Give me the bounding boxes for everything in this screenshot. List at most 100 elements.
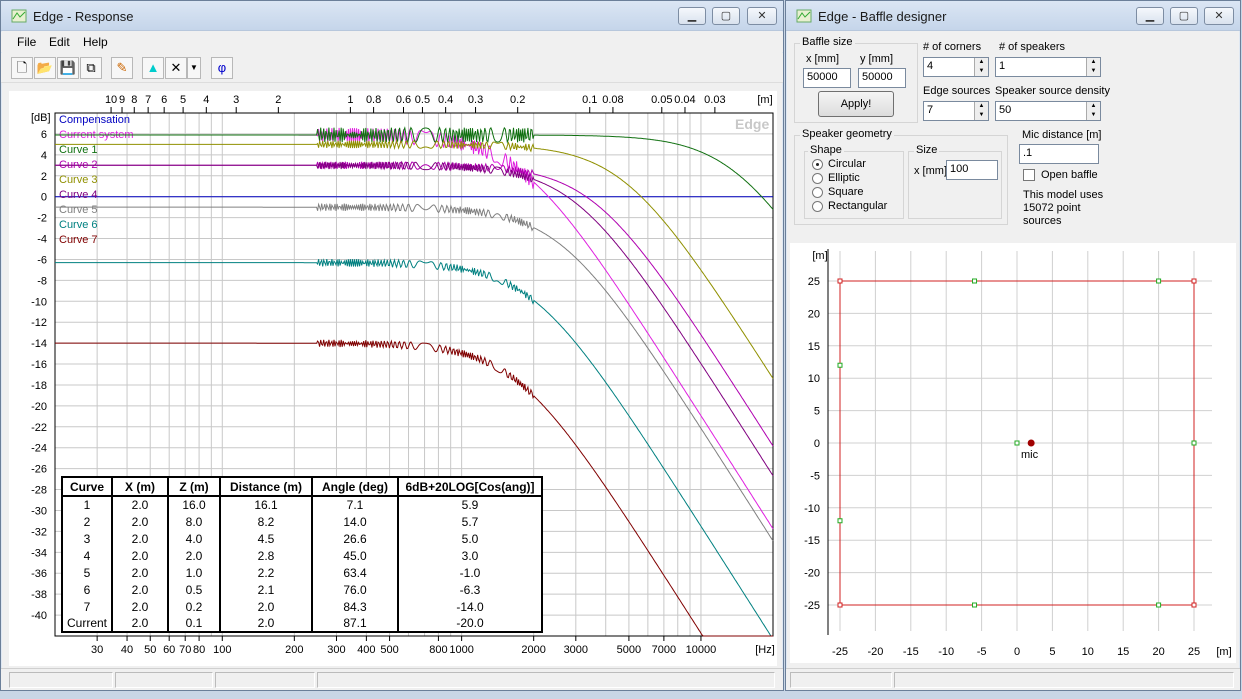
top-tick-label: 0.3 [468, 94, 483, 106]
close-button[interactable]: ✕ [747, 7, 777, 25]
edge-source-marker [972, 278, 978, 284]
x-tick-label: 40 [121, 644, 133, 656]
mic-distance-input[interactable]: .1 [1019, 144, 1099, 164]
open-folder-icon[interactable]: 📂 [34, 57, 56, 79]
dropdown-arrow-icon[interactable]: ▼ [187, 57, 201, 79]
baffle-window: Edge - Baffle designer ▁ ▢ ✕ Baffle size… [785, 0, 1241, 691]
table-cell: 1.0 [168, 564, 222, 581]
delete-x-icon[interactable]: ✕ [165, 57, 187, 79]
top-tick-label: 0.04 [674, 94, 695, 106]
save-icon[interactable]: 💾 [57, 57, 79, 79]
response-chart[interactable]: 6 4 2 0 -2 -4 -6 -8 -10 -12 -14 -16 -18 -20 -22 -24 -26 -… [9, 91, 777, 666]
y-tick-label: -26 [31, 464, 47, 476]
bell-icon[interactable]: ▲ [142, 57, 164, 79]
spinner-arrows-icon[interactable]: ▲ ▼ [974, 102, 988, 120]
legend-entry: Curve 6 [59, 219, 98, 231]
y-tick-label: -18 [31, 380, 47, 392]
top-tick-label: 4 [203, 94, 209, 106]
baffle-x-input[interactable]: 50000 [803, 68, 851, 88]
top-tick-label: 0.08 [602, 94, 623, 106]
shape-option-label: Rectangular [828, 200, 888, 212]
checkbox-box[interactable] [1023, 169, 1035, 182]
app-icon [796, 9, 812, 23]
response-window: Edge - Response ▁ ▢ ✕ File Edit Help 🗋 📂… [0, 0, 784, 691]
table-cell: 5.0 [398, 530, 544, 547]
edge-sources-spinner[interactable]: 7 ▲ ▼ [923, 101, 989, 121]
table-cell: 2.0 [112, 513, 170, 530]
table-cell: 6 [62, 581, 114, 598]
x-tick-label: 300 [327, 644, 345, 656]
x-tick-label: 0 [1014, 646, 1020, 658]
table-cell: 5.9 [398, 496, 544, 513]
shape-rectangular-radio[interactable]: Rectangular [812, 200, 887, 212]
maximize-button[interactable]: ▢ [1170, 7, 1198, 25]
y-tick-label: -5 [810, 470, 820, 482]
maximize-button[interactable]: ▢ [712, 7, 740, 25]
pen-icon[interactable]: ✎ [111, 57, 133, 79]
baffle-y-input[interactable]: 50000 [858, 68, 906, 88]
shape-option-label: Square [828, 186, 864, 198]
edge-source-marker [1191, 440, 1197, 446]
x-tick-label: 10000 [686, 644, 717, 656]
top-tick-label: 0.05 [651, 94, 672, 106]
table-cell: 4.5 [220, 530, 314, 547]
shape-circular-radio[interactable]: Circular [812, 158, 866, 170]
top-tick-label: 2 [275, 94, 281, 106]
menu-help[interactable]: Help [83, 35, 108, 49]
menu-edit[interactable]: Edit [49, 35, 70, 49]
menu-bar: File Edit Help [1, 32, 783, 52]
copy-icon[interactable]: ⧉ [80, 57, 102, 79]
close-button[interactable]: ✕ [1204, 7, 1234, 25]
spinner-arrows-icon[interactable]: ▲ ▼ [974, 58, 988, 76]
spinner-arrows-icon[interactable]: ▲ ▼ [1086, 58, 1100, 76]
y-tick-label: -40 [31, 610, 47, 622]
x-tick-label: -25 [832, 646, 848, 658]
apply-button[interactable]: Apply! [818, 91, 894, 117]
shape-option-label: Circular [828, 158, 866, 170]
baffle-plot[interactable]: 25 20 15 10 5 0 -5 -10 -15 -20 -25 -25 -20 -15 -10 -5 0 5… [790, 243, 1236, 663]
table-cell: 26.6 [312, 530, 400, 547]
table-cell: 0.2 [168, 598, 222, 615]
response-titlebar[interactable]: Edge - Response ▁ ▢ ✕ [1, 1, 783, 31]
top-tick-label: 0.6 [396, 94, 411, 106]
new-file-icon[interactable]: 🗋 [11, 57, 33, 79]
x-tick-label: -5 [977, 646, 987, 658]
speakers-label: # of speakers [999, 41, 1066, 53]
table-cell: 2.0 [112, 598, 170, 615]
legend-entry: Compensation [59, 114, 130, 126]
speakers-spinner[interactable]: 1 ▲ ▼ [995, 57, 1101, 77]
density-spinner[interactable]: 50 ▲ ▼ [995, 101, 1101, 121]
x-tick-label: 3000 [564, 644, 588, 656]
open-baffle-checkbox[interactable]: Open baffle [1023, 169, 1098, 182]
table-cell: 2.0 [220, 598, 314, 615]
plot-bg [828, 249, 1214, 629]
speaker-marker [1027, 439, 1035, 447]
shape-square-radio[interactable]: Square [812, 186, 863, 198]
phi-icon[interactable]: φ [211, 57, 233, 79]
spinner-arrows-icon[interactable]: ▲ ▼ [1086, 102, 1100, 120]
minimize-button[interactable]: ▁ [678, 7, 706, 25]
corners-spinner[interactable]: 4 ▲ ▼ [923, 57, 989, 77]
y-tick-label: -12 [31, 317, 47, 329]
menu-file[interactable]: File [17, 35, 36, 49]
edge-source-marker [972, 602, 978, 608]
table-cell: 0.5 [168, 581, 222, 598]
size-x-input[interactable]: 100 [946, 160, 998, 180]
top-tick-label: 6 [161, 94, 167, 106]
minimize-button[interactable]: ▁ [1136, 7, 1164, 25]
radio-dot[interactable] [812, 172, 823, 184]
table-header: X (m) [111, 476, 170, 497]
y-tick-label: 20 [808, 308, 820, 320]
corners-value: 4 [927, 60, 934, 72]
radio-dot[interactable] [812, 158, 823, 170]
radio-dot[interactable] [812, 200, 823, 212]
y-unit-label: [m] [812, 250, 827, 262]
shape-elliptic-radio[interactable]: Elliptic [812, 172, 860, 184]
radio-dot[interactable] [812, 186, 823, 198]
corner-marker [1191, 278, 1197, 284]
table-cell: -1.0 [398, 564, 544, 581]
baffle-titlebar[interactable]: Edge - Baffle designer ▁ ▢ ✕ [786, 1, 1240, 31]
table-cell: 2.0 [112, 530, 170, 547]
table-cell: 2.0 [220, 615, 314, 632]
table-row: 5 2.0 1.0 2.2 63.4 -1.0 [62, 564, 544, 581]
